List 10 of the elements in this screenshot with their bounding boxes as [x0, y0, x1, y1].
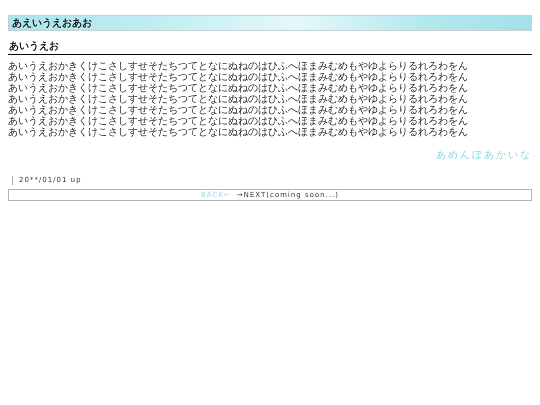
body-text-line: あいうえおかきくけこさしすせそたちつてとなにぬねのはひふへほまみむめもやゆよらりるれろわをん	[8, 72, 469, 83]
body-text-line: あいうえおかきくけこさしすせそたちつてとなにぬねのはひふへほまみむめもやゆよらりるれろわをん	[8, 127, 469, 138]
section-heading: あいうえお	[8, 39, 532, 55]
signature: あめんぼあかいな	[436, 149, 532, 162]
body-text-line: あいうえおかきくけこさしすせそたちつてとなにぬねのはひふへほまみむめもやゆよらりるれろわをん	[8, 61, 469, 72]
page-title: あえいうえおあお	[12, 17, 92, 30]
body-text-line: あいうえおかきくけこさしすせそたちつてとなにぬねのはひふへほまみむめもやゆよらりるれろわをん	[8, 83, 469, 94]
body-text-line: あいうえおかきくけこさしすせそたちつてとなにぬねのはひふへほまみむめもやゆよらりるれろわをん	[8, 94, 469, 105]
body-text-line: あいうえおかきくけこさしすせそたちつてとなにぬねのはひふへほまみむめもやゆよらりるれろわをん	[8, 116, 469, 127]
body-text-line: あいうえおかきくけこさしすせそたちつてとなにぬねのはひふへほまみむめもやゆよらりるれろわをん	[8, 105, 469, 116]
